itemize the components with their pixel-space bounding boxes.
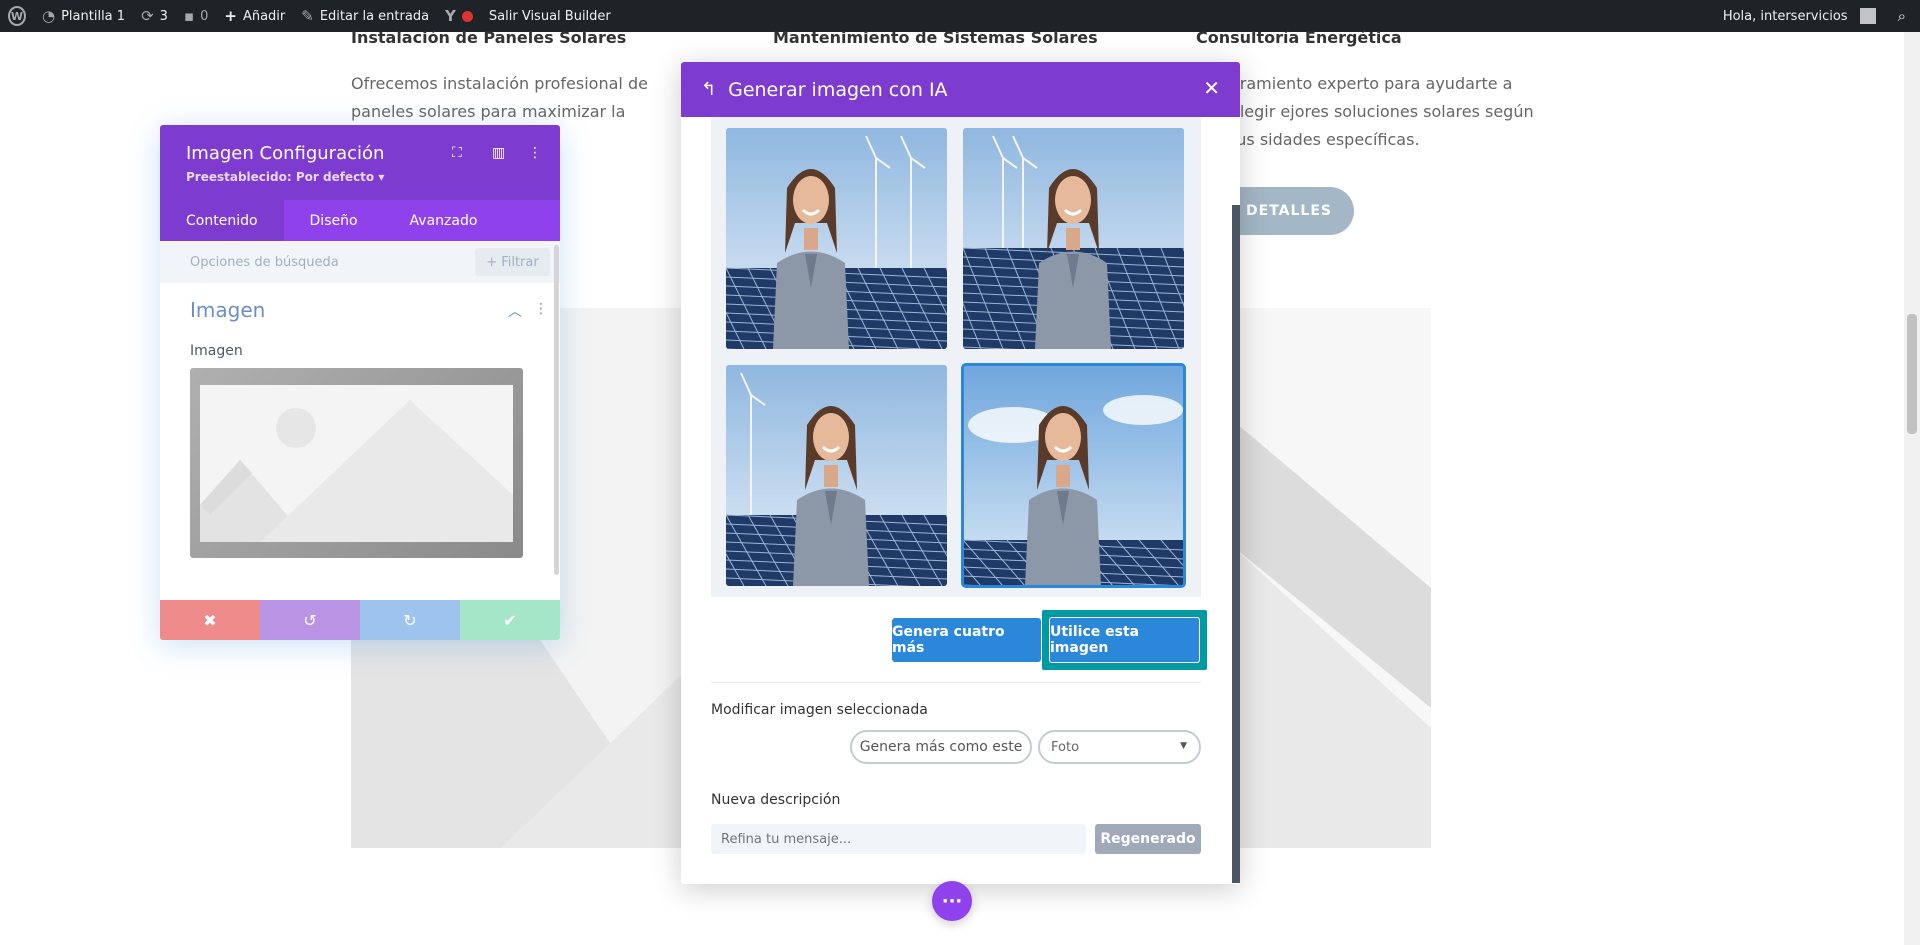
close-icon: ✖ bbox=[203, 610, 217, 630]
wordpress-icon: W bbox=[8, 6, 26, 26]
generate-similar-button[interactable]: Genera más como este bbox=[850, 730, 1032, 764]
generated-image-4[interactable] bbox=[961, 363, 1186, 588]
pencil-icon: ✎ bbox=[301, 6, 314, 25]
filter-label: Filtrar bbox=[501, 254, 539, 270]
column-1-title: Instalación de Paneles Solares bbox=[351, 28, 627, 47]
modal-scrollbar[interactable] bbox=[1232, 205, 1240, 883]
options-search-row: Opciones de búsqueda + Filtrar bbox=[160, 241, 560, 283]
style-select[interactable]: Foto ▼ bbox=[1038, 730, 1201, 764]
modal-header: ↰ Generar imagen con IA ✕ bbox=[681, 62, 1240, 117]
user-avatar bbox=[1859, 8, 1876, 24]
image-group-title[interactable]: Imagen bbox=[190, 298, 265, 322]
add-new-menu[interactable]: + Añadir bbox=[216, 0, 293, 32]
greeting: Hola, interservicios bbox=[1722, 8, 1848, 24]
page-scrollbar-thumb[interactable] bbox=[1907, 314, 1917, 434]
redo-button[interactable]: ↻ bbox=[360, 600, 460, 640]
generate-four-more-button[interactable]: Genera cuatro más bbox=[892, 618, 1041, 662]
site-name: Plantilla 1 bbox=[61, 8, 126, 24]
yoast-icon: Y bbox=[445, 6, 456, 25]
page-scrollbar[interactable] bbox=[1904, 32, 1920, 945]
generated-image-3[interactable] bbox=[726, 365, 947, 586]
status-dot-icon bbox=[461, 10, 473, 22]
column-3-text: oramiento experto para ayudarte a elegir… bbox=[1230, 74, 1534, 149]
tab-avanzado[interactable]: Avanzado bbox=[384, 200, 504, 241]
regenerate-button[interactable]: Regenerado bbox=[1095, 824, 1201, 854]
use-image-highlight: Utilice esta imagen bbox=[1042, 610, 1207, 670]
options-search-input[interactable]: Opciones de búsqueda bbox=[190, 255, 339, 270]
settings-footer: ✖ ↺ ↻ ✔ bbox=[160, 600, 560, 640]
image-field-label: Imagen bbox=[190, 343, 243, 359]
my-account-menu[interactable]: Hola, interservicios bbox=[1715, 0, 1884, 32]
save-button[interactable]: ✔ bbox=[460, 600, 560, 640]
generated-image-2[interactable] bbox=[963, 128, 1184, 349]
more-options-icon[interactable]: ⋮ bbox=[528, 145, 542, 161]
back-arrow-icon[interactable]: ↰ bbox=[701, 79, 716, 100]
plus-icon: + bbox=[486, 254, 498, 270]
exit-visual-builder-label: Salir Visual Builder bbox=[488, 8, 611, 24]
generated-image-1[interactable] bbox=[726, 128, 947, 349]
edit-post-label: Editar la entrada bbox=[319, 8, 430, 24]
wp-logo-menu[interactable]: W bbox=[0, 0, 34, 32]
image-placeholder-small bbox=[200, 385, 513, 542]
generate-ai-image-modal: ↰ Generar imagen con IA ✕ Genera cuatro … bbox=[681, 62, 1240, 884]
check-icon: ✔ bbox=[503, 610, 517, 630]
caret-down-icon: ▼ bbox=[1180, 741, 1187, 751]
modal-title: Generar imagen con IA bbox=[728, 78, 948, 101]
style-select-value: Foto bbox=[1051, 739, 1080, 755]
updates-menu[interactable]: ⟳ 3 bbox=[133, 0, 176, 32]
undo-icon: ↺ bbox=[303, 610, 317, 630]
search-icon: ⌕ bbox=[1897, 6, 1906, 25]
new-description-label: Nueva descripción bbox=[711, 792, 841, 808]
dashboard-icon: ◔ bbox=[42, 6, 56, 25]
comment-icon: ▪ bbox=[183, 6, 195, 25]
comments-menu[interactable]: ▪ 0 bbox=[176, 0, 216, 32]
undo-button[interactable]: ↺ bbox=[260, 600, 360, 640]
discard-button[interactable]: ✖ bbox=[160, 600, 260, 640]
tab-contenido[interactable]: Contenido bbox=[160, 200, 284, 241]
site-name-menu[interactable]: ◔ Plantilla 1 bbox=[34, 0, 133, 32]
tab-diseno[interactable]: Diseño bbox=[284, 200, 384, 241]
column-3-title: Consultoría Energética bbox=[1196, 28, 1402, 47]
fullscreen-icon[interactable]: ⛶ bbox=[452, 145, 462, 161]
updates-count: 3 bbox=[159, 8, 168, 24]
updates-icon: ⟳ bbox=[141, 6, 154, 25]
redo-icon: ↻ bbox=[403, 610, 417, 630]
admin-bar-right: Hola, interservicios ⌕ bbox=[1715, 0, 1920, 32]
placeholder-mountain-icon bbox=[200, 385, 513, 542]
more-actions-button[interactable]: ··· bbox=[932, 881, 972, 921]
close-icon[interactable]: ✕ bbox=[1203, 76, 1220, 100]
filter-button[interactable]: + Filtrar bbox=[475, 248, 550, 276]
settings-title: Imagen Configuración bbox=[186, 143, 385, 164]
refine-message-input[interactable] bbox=[711, 824, 1086, 854]
modify-selected-label: Modificar imagen seleccionada bbox=[711, 702, 928, 718]
admin-search-button[interactable]: ⌕ bbox=[1884, 0, 1920, 32]
use-this-image-button[interactable]: Utilice esta imagen bbox=[1049, 617, 1200, 663]
settings-tabs: Contenido Diseño Avanzado bbox=[160, 200, 560, 241]
column-2-title: Mantenimiento de Sistemas Solares bbox=[773, 28, 1098, 47]
image-settings-panel: Imagen Configuración Preestablecido: Por… bbox=[160, 125, 560, 640]
divider bbox=[711, 682, 1201, 683]
generated-images-grid bbox=[711, 117, 1201, 597]
comments-count: 0 bbox=[200, 8, 209, 24]
group-options-icon[interactable]: ⋮ bbox=[534, 301, 548, 317]
layout-icon[interactable]: ▥ bbox=[492, 145, 505, 161]
image-upload-field[interactable] bbox=[190, 368, 523, 558]
add-new-label: Añadir bbox=[242, 8, 286, 24]
plus-icon: + bbox=[224, 6, 237, 25]
settings-header: Imagen Configuración Preestablecido: Por… bbox=[160, 125, 560, 241]
ellipsis-icon: ··· bbox=[941, 890, 963, 912]
panel-scrollbar[interactable] bbox=[554, 245, 559, 575]
preset-dropdown[interactable]: Preestablecido: Por defecto ▾ bbox=[186, 170, 384, 184]
chevron-up-icon[interactable]: ︿ bbox=[508, 301, 522, 321]
